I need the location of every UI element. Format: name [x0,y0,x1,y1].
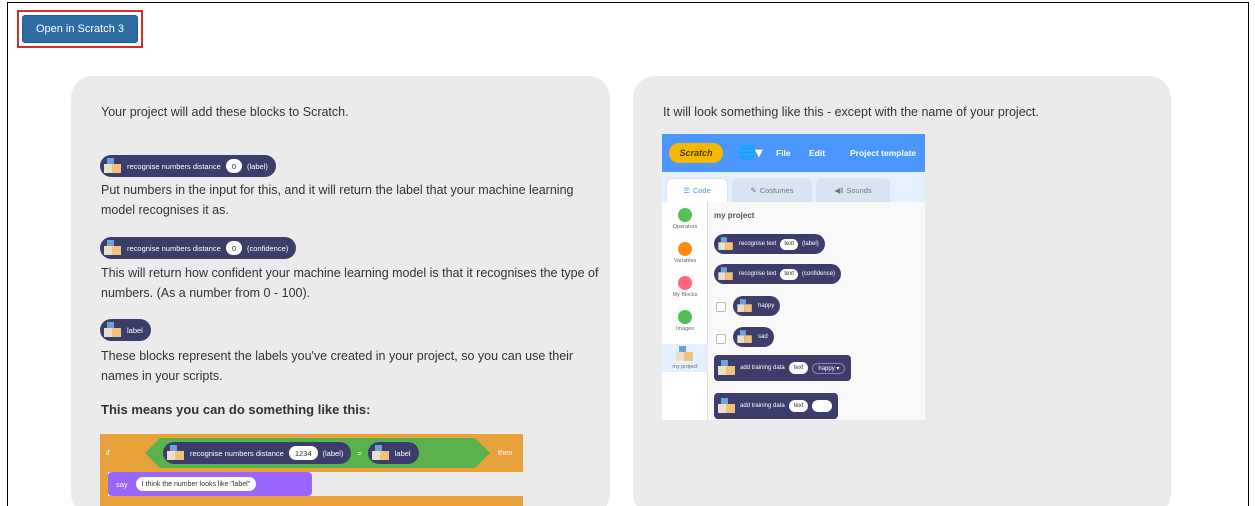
say-block[interactable]: say I think the number looks like "label… [108,472,312,496]
recognise-label-block[interactable]: recognise numbers distance 0 (label) [100,155,276,177]
if-block-bottom [100,496,523,506]
block-suffix: (confidence) [246,243,289,253]
ml-extension-icon [718,398,736,414]
right-intro: It will look something like this - excep… [663,105,1039,119]
desc-confidence-block: This will return how confident your mach… [101,266,599,300]
open-in-scratch-button[interactable]: Open in Scratch 3 [22,15,138,43]
recognise-text-label-block[interactable]: recognise text text (label) [714,234,825,254]
desc-label-blocks: These blocks represent the labels you've… [101,349,574,383]
menu-file[interactable]: File [776,148,791,158]
tab-code[interactable]: ☰ Code [666,178,728,202]
menu-edit[interactable]: Edit [809,148,825,158]
desc-label-block: Put numbers in the input for this, and i… [101,183,574,217]
block-input[interactable]: 0 [225,159,242,173]
then-keyword: then [498,448,513,457]
category-variables[interactable]: Variables [662,242,708,264]
if-block-arm [100,472,108,496]
ml-extension-icon [104,158,122,174]
category-list: Operators Variables My Blocks Images my … [662,202,708,420]
say-input[interactable]: I think the number looks like "label" [135,477,257,491]
block-text: recognise numbers distance [127,243,221,253]
code-icon: ☰ [683,186,690,195]
recognise-confidence-block[interactable]: recognise numbers distance 0 (confidence… [100,237,297,259]
tab-costumes[interactable]: ✎ Costumes [732,178,812,202]
say-keyword: say [116,479,128,489]
ml-extension-icon [737,330,752,344]
brush-icon: ✎ [750,186,757,195]
category-operators[interactable]: Operators [662,208,708,230]
project-title[interactable]: Project template [850,148,916,158]
block-suffix: (label) [246,161,268,171]
tab-sounds[interactable]: ◀ǁ Sounds [816,178,890,202]
add-training-data-block-2[interactable]: add training data text [714,393,839,419]
checkbox-happy[interactable] [716,302,726,312]
scratch-menu-bar: Scratch 🌐▾ File Edit Project template [662,134,925,172]
scratch-logo[interactable]: Scratch [669,143,723,163]
category-my-project[interactable]: my project [662,344,708,372]
block-text: recognise numbers distance [127,161,221,171]
ml-extension-icon [718,360,736,376]
scratch-tabs: ☰ Code ✎ Costumes ◀ǁ Sounds [662,172,925,202]
label-block[interactable]: label [368,442,419,464]
ml-extension-icon [167,445,185,461]
block-text: label [127,325,143,335]
ml-extension-icon [104,322,122,338]
example-heading: This means you can do something like thi… [101,402,371,417]
checkbox-sad[interactable] [716,334,726,344]
label-dropdown[interactable]: happy ▾ [812,362,846,374]
add-training-data-block[interactable]: add training data text happy ▾ [714,355,852,381]
category-my-blocks[interactable]: My Blocks [662,276,708,298]
globe-icon[interactable]: 🌐▾ [738,144,762,161]
if-block[interactable]: if recognise numbers distance 1234 (labe… [100,434,523,472]
equals-operator[interactable]: recognise numbers distance 1234 (label) … [145,438,490,468]
ml-extension-icon [676,346,694,362]
ml-extension-icon [718,267,733,281]
category-images[interactable]: Images [662,310,708,332]
ml-extension-icon [372,445,390,461]
block-text: recognise numbers distance [190,448,284,458]
palette-title: my project [714,211,755,220]
sound-icon: ◀ǁ [834,186,844,195]
block-input[interactable]: 0 [225,241,242,255]
label-block-happy[interactable]: happy [733,296,781,316]
empty-input[interactable] [812,400,833,412]
recognise-label-block[interactable]: recognise numbers distance 1234 (label) [163,442,351,464]
block-text: label [394,448,411,458]
open-button-highlight: Open in Scratch 3 [17,10,143,48]
left-intro: Your project will add these blocks to Sc… [101,105,349,119]
ml-extension-icon [737,299,752,313]
label-block-sad[interactable]: sad [733,327,774,347]
ml-extension-icon [718,237,733,251]
block-suffix: (label) [322,448,344,458]
recognise-text-confidence-block[interactable]: recognise text text (confidence) [714,264,842,284]
ml-extension-icon [104,240,122,256]
if-keyword: if [106,448,110,457]
equals-sign: = [357,448,362,458]
block-input[interactable]: 1234 [289,446,318,460]
label-block[interactable]: label [100,319,151,341]
